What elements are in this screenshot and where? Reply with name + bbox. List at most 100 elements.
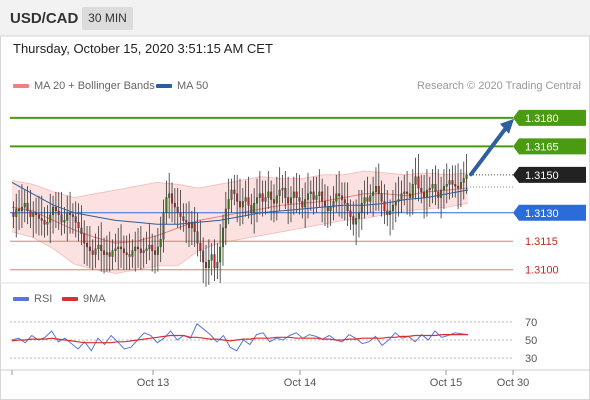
candle-body [83, 233, 86, 244]
candle-body [114, 248, 117, 251]
candle-body [159, 239, 162, 248]
candle-body [357, 212, 360, 219]
candle-body [100, 244, 103, 251]
candle [216, 243, 219, 280]
candle-body [454, 184, 457, 187]
candle-body [196, 231, 199, 244]
candle-body [49, 214, 52, 223]
candle-body [216, 261, 219, 269]
candle-body [71, 214, 74, 217]
candle-body [199, 242, 202, 251]
x-tick-label: Oct 15 [430, 377, 462, 389]
candle-body [295, 191, 298, 198]
candle-body [264, 197, 267, 202]
candle-body [176, 206, 179, 213]
candle-body [377, 186, 380, 194]
candle-body [35, 212, 38, 215]
candle [205, 245, 207, 287]
candle-body [306, 193, 309, 200]
candle-body [233, 189, 236, 194]
candle-body [414, 176, 417, 185]
level-tag-target: 1.3180 [513, 109, 586, 126]
candle-body [318, 191, 321, 196]
candle-body [171, 193, 174, 204]
candle-body [154, 250, 157, 255]
candle-body [94, 248, 97, 255]
candle-body [386, 210, 389, 215]
candle-body [267, 191, 270, 198]
candle-body [244, 197, 247, 202]
chart-canvas: 1.3180 1.3165 1.3150 1.3130 1.3115 1.3100 70 50… [0, 35, 590, 389]
candle-body [403, 191, 406, 194]
candle-body [230, 189, 233, 200]
candle-body [241, 201, 244, 208]
candle-body [77, 222, 80, 229]
candle-body [142, 250, 145, 253]
rsi-tick-label: 70 [525, 317, 537, 329]
candle-body [425, 189, 428, 198]
candle-body [165, 197, 168, 213]
candle-body [349, 210, 352, 217]
candle-body [290, 197, 292, 204]
rsi-tick-label: 50 [525, 335, 537, 347]
candle-body [18, 208, 21, 212]
candle [210, 243, 213, 276]
candle-body [222, 227, 224, 248]
candle-body [389, 210, 392, 215]
candle-body [329, 206, 332, 212]
candle-body [278, 189, 281, 196]
candle-body [162, 212, 165, 240]
candle-body [128, 254, 131, 257]
candle-body [125, 252, 128, 255]
candle-body [32, 212, 35, 217]
candle-body [284, 187, 287, 198]
level-label: 1.3115 [525, 236, 558, 248]
candle-body [202, 250, 205, 263]
candle-body [120, 246, 123, 250]
candle-body [355, 218, 358, 225]
candle-body [440, 189, 443, 198]
candle-body [88, 246, 91, 251]
candle-body [292, 191, 295, 198]
candle-body [148, 244, 151, 250]
candle-body [451, 180, 454, 185]
candle-body [182, 216, 185, 221]
candle-body [26, 203, 29, 212]
candle-body [131, 250, 134, 257]
candle-body [448, 180, 451, 185]
candle-body [301, 201, 304, 208]
candle-body [275, 195, 278, 204]
candle-body [343, 199, 346, 204]
candle-body [326, 206, 329, 212]
candle-body [411, 184, 414, 198]
candle-body [139, 248, 142, 253]
x-tick-label: Oct 13 [137, 377, 169, 389]
candle-body [442, 186, 445, 191]
rsi-tick-label: 30 [525, 353, 537, 365]
candle-body [37, 214, 40, 219]
candle-body [173, 203, 176, 208]
candle-body [12, 212, 15, 217]
candle-body [210, 254, 213, 261]
candle-body [366, 197, 369, 202]
candle-body [250, 204, 253, 213]
candle-body [400, 193, 403, 200]
candle-body [281, 187, 284, 191]
candle-body [459, 182, 462, 189]
candle-body [69, 212, 72, 215]
candle-body [137, 246, 140, 250]
level-tag-last: 1.3150 [513, 166, 586, 183]
candle-body [247, 197, 250, 206]
candle-body [423, 191, 426, 198]
candle-body [46, 222, 49, 225]
candle-body [207, 260, 210, 269]
level-label: 1.3180 [525, 113, 559, 125]
candle-body [66, 212, 69, 221]
candle-body [227, 199, 230, 210]
candle-body [63, 220, 66, 223]
candle-body [304, 199, 307, 208]
level-tag-pivot: 1.3130 [513, 204, 586, 221]
candle-body [369, 195, 372, 202]
candle-body [134, 246, 137, 251]
candle-body [168, 193, 171, 198]
